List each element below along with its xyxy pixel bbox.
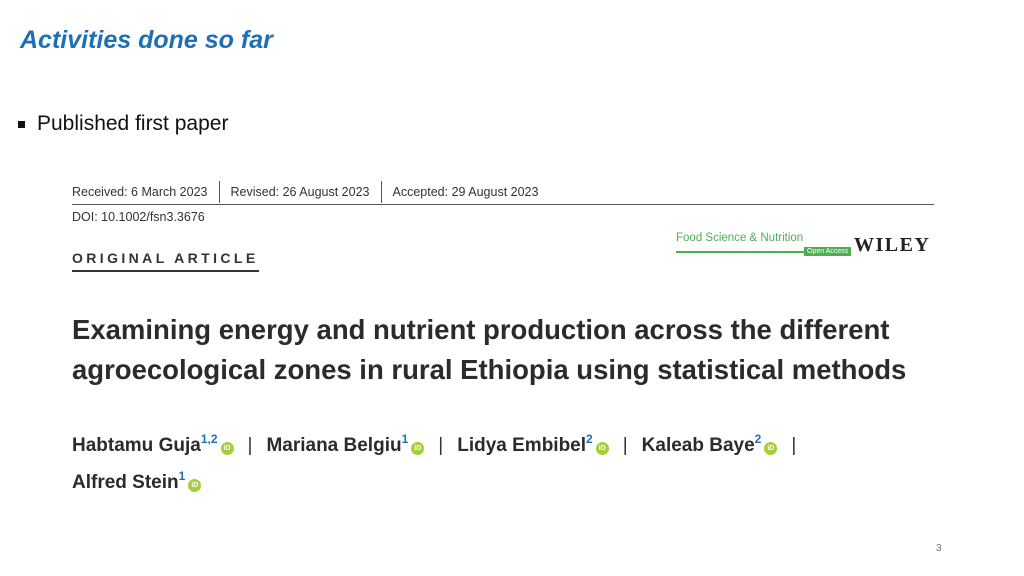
article-type-row: ORIGINAL ARTICLE Food Science & Nutritio… <box>72 228 934 288</box>
author-name: Lidya Embibel <box>457 435 587 456</box>
author-list: Habtamu Guja1,2iD | Mariana Belgiu1iD | Lidy… <box>72 424 872 498</box>
article-type: ORIGINAL ARTICLE <box>72 250 259 272</box>
author-affiliation: 1 <box>178 469 186 483</box>
author-separator: | <box>247 435 253 456</box>
author-affiliation: 1,2 <box>200 432 218 446</box>
journal-name: Food Science & Nutrition <box>676 232 804 244</box>
author-separator: | <box>791 435 797 456</box>
author-affiliation: 1 <box>401 432 409 446</box>
author-name: Habtamu Guja <box>72 435 201 456</box>
author-name: Kaleab Baye <box>641 435 755 456</box>
orcid-icon[interactable]: iD <box>220 442 234 455</box>
paper-screenshot: Received: 6 March 2023 Revised: 26 Augus… <box>72 180 934 498</box>
author-affiliation: 2 <box>586 432 593 446</box>
date-divider <box>218 181 220 203</box>
orcid-icon[interactable]: iD <box>411 442 425 455</box>
author: Lidya Embibel2iD <box>457 432 609 456</box>
received-date: Received: 6 March 2023 <box>72 185 208 199</box>
bullet-square-icon <box>18 121 25 128</box>
bullet-text: Published first paper <box>37 112 229 135</box>
author: Kaleab Baye2iD <box>641 432 778 456</box>
open-access-badge: Open Access <box>804 247 852 256</box>
date-divider <box>380 181 382 203</box>
bullet-item: Published first paper <box>18 112 228 136</box>
author-affiliation: 2 <box>754 432 762 446</box>
author-name: Alfred Stein <box>72 472 179 493</box>
author-separator: | <box>622 435 628 456</box>
author: Habtamu Guja1,2iD <box>72 432 234 456</box>
page-number: 3 <box>936 543 942 554</box>
author-name: Mariana Belgiu <box>266 435 402 456</box>
author-separator: | <box>438 435 444 456</box>
author: Mariana Belgiu1iD <box>266 432 425 456</box>
header-rule <box>72 204 934 205</box>
orcid-icon[interactable]: iD <box>188 479 202 492</box>
publisher-logo: WILEY <box>854 234 931 256</box>
accepted-date: Accepted: 29 August 2023 <box>392 185 539 199</box>
paper-doi: DOI: 10.1002/fsn3.3676 <box>72 210 205 224</box>
orcid-icon[interactable]: iD <box>764 442 778 455</box>
paper-title: Examining energy and nutrient production… <box>72 314 907 385</box>
slide-title: Activities done so far <box>20 26 273 54</box>
paper-dates: Received: 6 March 2023 Revised: 26 Augus… <box>72 180 934 204</box>
journal-logo: Food Science & Nutrition Open Access <box>676 232 852 258</box>
revised-date: Revised: 26 August 2023 <box>230 185 370 199</box>
journal-underline <box>676 251 804 253</box>
author: Alfred Stein1iD <box>72 469 202 493</box>
orcid-icon[interactable]: iD <box>595 442 609 455</box>
